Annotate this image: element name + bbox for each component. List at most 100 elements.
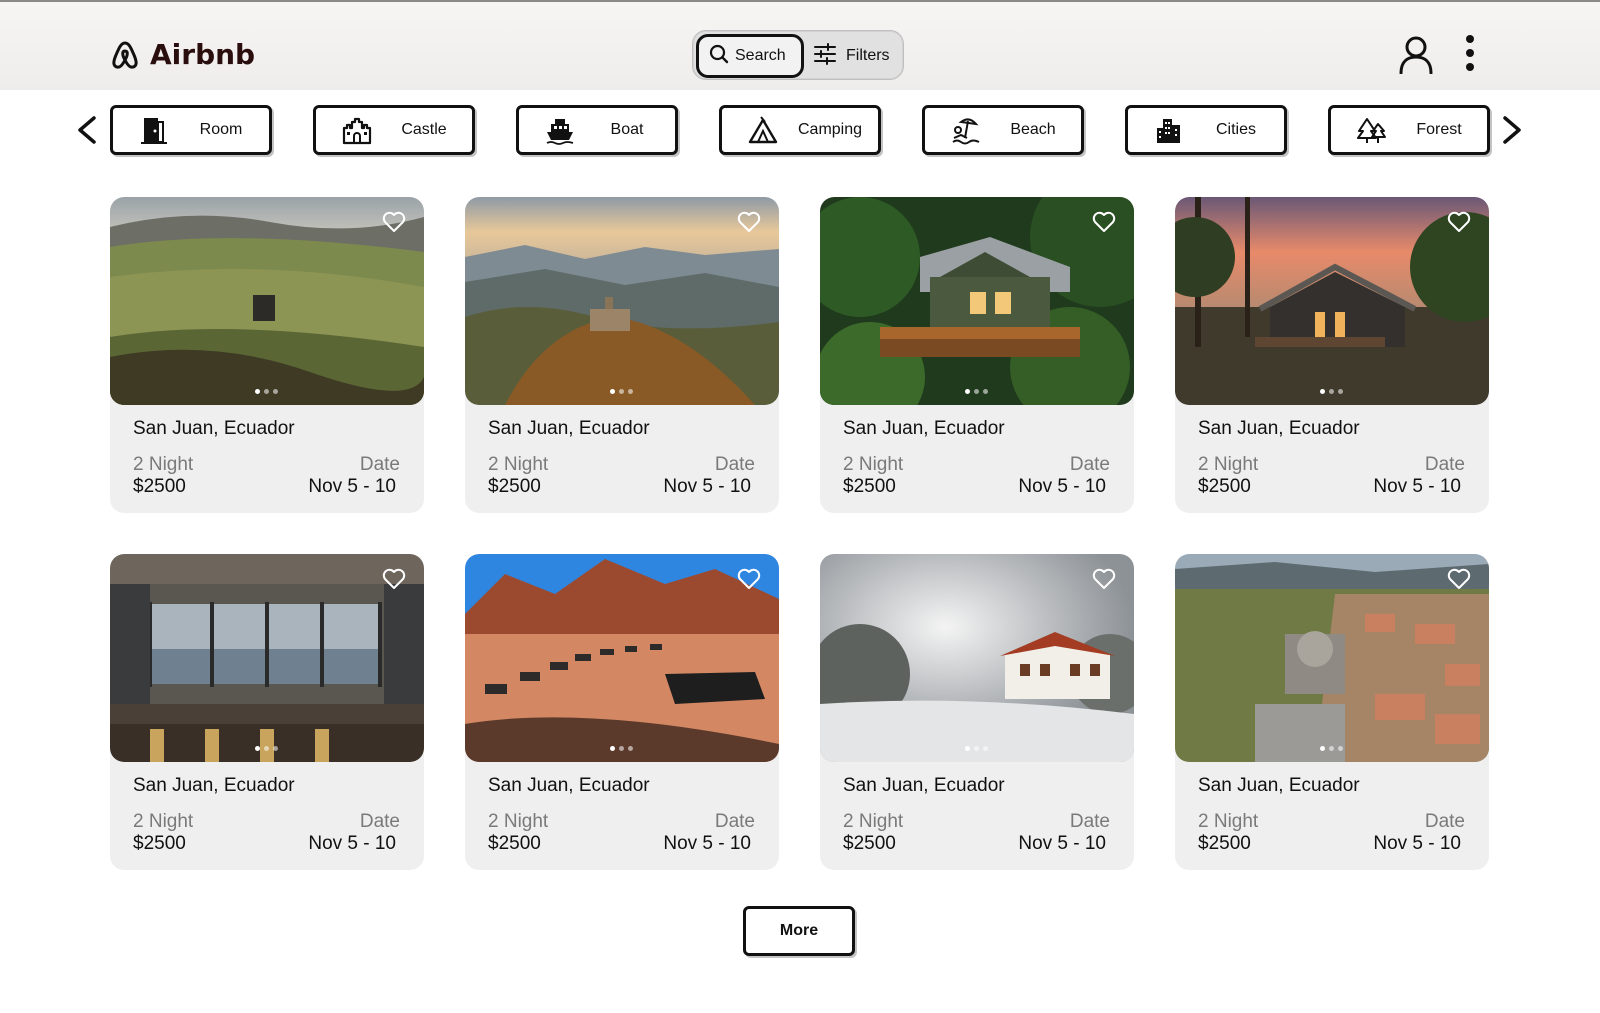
search-label: Search	[735, 47, 786, 64]
carousel-dots[interactable]	[610, 389, 633, 394]
user-account-button[interactable]	[1396, 34, 1436, 75]
listing-location: San Juan, Ecuador	[1198, 418, 1360, 439]
listing-location: San Juan, Ecuador	[488, 775, 650, 796]
category-label: Room	[199, 121, 243, 138]
chevron-right-icon	[1497, 116, 1527, 154]
category-boat[interactable]: Boat	[516, 105, 678, 155]
category-camping[interactable]: Camping	[719, 105, 881, 155]
more-menu-button[interactable]	[1462, 34, 1478, 74]
more-button[interactable]: More	[743, 906, 855, 956]
carousel-dots[interactable]	[610, 746, 633, 751]
carousel-dots[interactable]	[965, 389, 988, 394]
listing-dates: Nov 5 - 10	[1373, 476, 1461, 497]
listing-card[interactable]: San Juan, Ecuador 2 Night $2500 Date Nov…	[110, 197, 424, 513]
listing-location: San Juan, Ecuador	[843, 418, 1005, 439]
top-header: Airbnb Search Filters	[0, 0, 1600, 90]
listing-nights: 2 Night	[133, 811, 194, 832]
listing-card[interactable]: San Juan, Ecuador 2 Night $2500 Date Nov…	[465, 554, 779, 870]
carousel-dots[interactable]	[1320, 389, 1343, 394]
listing-date-label: Date	[714, 811, 755, 832]
user-icon	[1396, 36, 1436, 78]
boat-icon	[545, 116, 575, 146]
favorite-heart-icon[interactable]	[1092, 568, 1116, 590]
carousel-dots[interactable]	[255, 389, 278, 394]
favorite-heart-icon[interactable]	[737, 568, 761, 590]
category-label: Boat	[610, 121, 644, 138]
tent-icon	[748, 116, 778, 146]
listing-card[interactable]: San Juan, Ecuador 2 Night $2500 Date Nov…	[110, 554, 424, 870]
listing-nights: 2 Night	[843, 811, 904, 832]
listing-photo[interactable]	[110, 554, 424, 762]
listing-location: San Juan, Ecuador	[843, 775, 1005, 796]
city-icon	[1154, 116, 1184, 146]
listing-photo[interactable]	[820, 197, 1134, 405]
listing-location: San Juan, Ecuador	[133, 775, 295, 796]
listing-price: $2500	[133, 833, 186, 854]
beach-icon	[951, 116, 981, 146]
airbnb-logo-icon	[110, 39, 140, 71]
listing-date-label: Date	[359, 811, 400, 832]
favorite-heart-icon[interactable]	[382, 568, 406, 590]
favorite-heart-icon[interactable]	[1092, 211, 1116, 233]
listing-price: $2500	[1198, 833, 1251, 854]
listing-card[interactable]: San Juan, Ecuador 2 Night $2500 Date Nov…	[1175, 554, 1489, 870]
listing-location: San Juan, Ecuador	[488, 418, 650, 439]
listing-price: $2500	[843, 833, 896, 854]
forest-icon	[1357, 116, 1387, 146]
listing-dates: Nov 5 - 10	[308, 476, 396, 497]
brand-logo[interactable]: Airbnb	[110, 38, 255, 71]
category-beach[interactable]: Beach	[922, 105, 1084, 155]
listing-price: $2500	[488, 833, 541, 854]
listing-nights: 2 Night	[488, 811, 549, 832]
carousel-dots[interactable]	[1320, 746, 1343, 751]
listing-dates: Nov 5 - 10	[663, 476, 751, 497]
category-label: Castle	[401, 121, 447, 138]
listing-photo[interactable]	[110, 197, 424, 405]
listing-photo[interactable]	[465, 197, 779, 405]
carousel-dots[interactable]	[965, 746, 988, 751]
category-label: Camping	[797, 121, 863, 138]
categories-next-button[interactable]	[1497, 110, 1527, 150]
listing-photo[interactable]	[820, 554, 1134, 762]
listing-card[interactable]: San Juan, Ecuador 2 Night $2500 Date Nov…	[820, 554, 1134, 870]
category-label: Cities	[1215, 121, 1256, 138]
filters-button[interactable]: Filters	[813, 37, 890, 75]
listing-dates: Nov 5 - 10	[1018, 833, 1106, 854]
favorite-heart-icon[interactable]	[737, 211, 761, 233]
categories-prev-button[interactable]	[72, 110, 102, 150]
favorite-heart-icon[interactable]	[1447, 568, 1471, 590]
favorite-heart-icon[interactable]	[382, 211, 406, 233]
listing-price: $2500	[1198, 476, 1251, 497]
category-label: Forest	[1416, 121, 1462, 138]
listing-date-label: Date	[1424, 454, 1465, 475]
castle-icon	[342, 116, 372, 146]
listing-card[interactable]: San Juan, Ecuador 2 Night $2500 Date Nov…	[465, 197, 779, 513]
listing-date-label: Date	[1069, 454, 1110, 475]
listing-photo[interactable]	[1175, 197, 1489, 405]
listing-price: $2500	[133, 476, 186, 497]
category-label: Beach	[1010, 121, 1056, 138]
listing-price: $2500	[488, 476, 541, 497]
category-forest[interactable]: Forest	[1328, 105, 1490, 155]
listing-photo[interactable]	[465, 554, 779, 762]
search-button[interactable]: Search	[696, 34, 804, 78]
category-cities[interactable]: Cities	[1125, 105, 1287, 155]
listing-nights: 2 Night	[1198, 811, 1259, 832]
listing-card[interactable]: San Juan, Ecuador 2 Night $2500 Date Nov…	[1175, 197, 1489, 513]
favorite-heart-icon[interactable]	[1447, 211, 1471, 233]
listing-photo[interactable]	[1175, 554, 1489, 762]
listing-date-label: Date	[1424, 811, 1465, 832]
listing-dates: Nov 5 - 10	[1373, 833, 1461, 854]
listing-card[interactable]: San Juan, Ecuador 2 Night $2500 Date Nov…	[820, 197, 1134, 513]
listing-dates: Nov 5 - 10	[1018, 476, 1106, 497]
listing-date-label: Date	[714, 454, 755, 475]
brand-name: Airbnb	[150, 38, 256, 71]
door-icon	[139, 116, 169, 146]
listing-date-label: Date	[1069, 811, 1110, 832]
category-room[interactable]: Room	[110, 105, 272, 155]
category-castle[interactable]: Castle	[313, 105, 475, 155]
listing-date-label: Date	[359, 454, 400, 475]
carousel-dots[interactable]	[255, 746, 278, 751]
listing-nights: 2 Night	[488, 454, 549, 475]
listing-price: $2500	[843, 476, 896, 497]
